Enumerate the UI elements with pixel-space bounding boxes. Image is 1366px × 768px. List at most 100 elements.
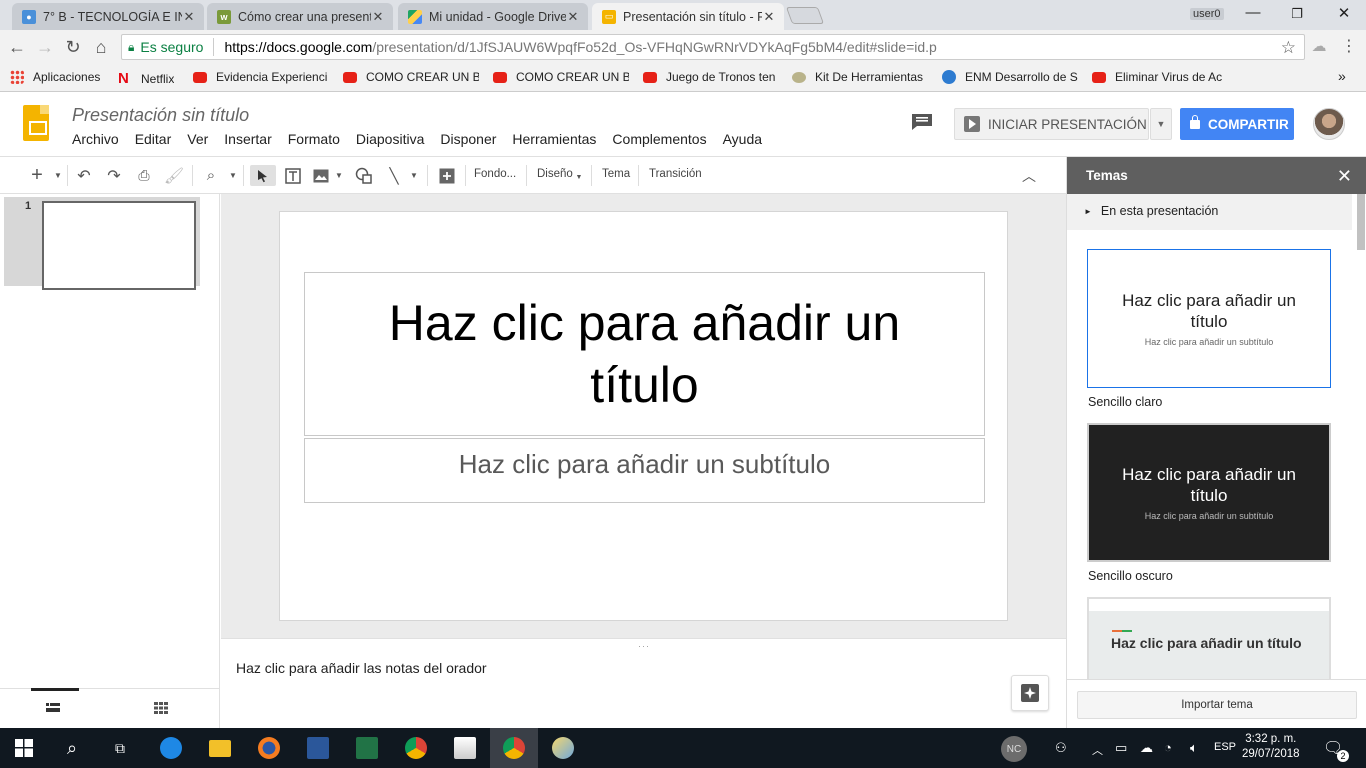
edge-button[interactable]	[147, 728, 195, 768]
select-cursor-icon[interactable]	[250, 165, 276, 186]
title-placeholder[interactable]: Haz clic para añadir un título	[304, 272, 985, 436]
menu-insertar[interactable]: Insertar	[224, 131, 271, 147]
menu-archivo[interactable]: Archivo	[72, 131, 119, 147]
chrome-menu-icon[interactable]: ⋮	[1338, 37, 1360, 57]
line-icon[interactable]: ╲	[383, 165, 405, 186]
back-icon[interactable]: ←	[6, 37, 28, 57]
bookmark-item[interactable]: COMO CREAR UN BL	[343, 70, 479, 84]
filmstrip-view-icon[interactable]	[46, 702, 60, 714]
cloud-icon[interactable]: ☁	[1140, 740, 1153, 756]
layout-button[interactable]: Diseño	[537, 168, 573, 180]
reload-icon[interactable]: ↻	[62, 37, 84, 57]
image-dropdown-icon[interactable]: ▼	[334, 165, 344, 186]
document-title[interactable]: Presentación sin título	[72, 105, 249, 126]
restore-icon[interactable]: ❐	[1287, 6, 1307, 22]
subtitle-placeholder[interactable]: Haz clic para añadir un subtítulo	[304, 438, 985, 503]
theme-card-simple-light[interactable]: Haz clic para añadir un título Haz clic …	[1087, 249, 1331, 388]
word-button[interactable]	[294, 728, 342, 768]
background-button[interactable]: Fondo...	[474, 168, 516, 180]
bookmark-item[interactable]: Eliminar Virus de Ac	[1092, 70, 1228, 84]
browser-tab-2[interactable]: w Cómo crear una presenta ✕	[207, 3, 393, 30]
bookmark-item[interactable]: Juego de Tronos ten	[643, 70, 779, 84]
wifi-icon[interactable]: ◔	[1164, 740, 1172, 755]
collapse-toolbar-icon[interactable]: ︿	[1018, 165, 1040, 186]
paint-format-icon[interactable]: 🖌︎	[163, 165, 185, 186]
slides-logo-icon[interactable]	[23, 105, 49, 141]
search-button[interactable]: ⌕	[48, 728, 96, 768]
people-icon[interactable]: ⚇	[1055, 740, 1067, 756]
transition-button[interactable]: Transición	[649, 168, 702, 180]
close-window-icon[interactable]: ✕	[1334, 4, 1354, 22]
forward-icon[interactable]: →	[34, 37, 56, 57]
menu-disponer[interactable]: Disponer	[440, 131, 496, 147]
task-view-button[interactable]: ⧉	[96, 728, 144, 768]
scrollbar-thumb[interactable]	[1357, 194, 1365, 250]
minimize-icon[interactable]: —	[1243, 4, 1263, 21]
themes-scrollbar[interactable]	[1356, 194, 1366, 684]
layout-dropdown-icon[interactable]: ▼	[575, 167, 583, 188]
extension-icon[interactable]: ☁	[1308, 37, 1330, 57]
close-themes-icon[interactable]: ✕	[1337, 166, 1352, 187]
start-button[interactable]	[0, 728, 48, 768]
print-icon[interactable]: ⎙	[133, 165, 155, 186]
clock[interactable]: 3:32 p. m. 29/07/2018	[1242, 732, 1300, 762]
photos-button[interactable]	[441, 728, 489, 768]
firefox-button[interactable]	[245, 728, 293, 768]
insert-comment-icon[interactable]	[436, 165, 458, 186]
bookmarks-overflow[interactable]: »	[1338, 68, 1346, 84]
share-button[interactable]: COMPARTIR	[1180, 108, 1294, 140]
undo-icon[interactable]: ↶	[73, 165, 95, 186]
theme-button[interactable]: Tema	[602, 168, 630, 180]
theme-card-third[interactable]: Haz clic para añadir un título	[1087, 597, 1331, 682]
menu-ver[interactable]: Ver	[187, 131, 208, 147]
bookmark-item[interactable]: Evidencia Experienci	[193, 70, 333, 84]
menu-herramientas[interactable]: Herramientas	[512, 131, 596, 147]
battery-icon[interactable]: ▭	[1115, 740, 1127, 756]
themes-section-toggle[interactable]: ► En esta presentación	[1067, 194, 1352, 230]
chrome-active-button[interactable]	[490, 728, 538, 768]
zoom-icon[interactable]: ⌕	[200, 165, 222, 186]
avatar[interactable]	[1313, 108, 1345, 140]
bookmark-netflix[interactable]: N Netflix	[118, 70, 174, 87]
volume-icon[interactable]: 🔈︎	[1190, 740, 1198, 756]
tray-expand-icon[interactable]: ︿	[1092, 742, 1103, 758]
bookmark-item[interactable]: Kit De Herramientas	[792, 70, 928, 84]
browser-tab-3[interactable]: Mi unidad - Google Drive ✕	[398, 3, 588, 30]
address-bar[interactable]: 🔒︎ Es seguro https://docs.google.com/pre…	[121, 34, 1305, 60]
close-tab-icon[interactable]: ✕	[371, 9, 385, 25]
close-tab-icon[interactable]: ✕	[566, 9, 580, 25]
speaker-notes-input[interactable]: Haz clic para añadir las notas del orado…	[236, 660, 487, 676]
image-icon[interactable]	[310, 165, 332, 186]
present-dropdown-icon[interactable]: ▼	[1150, 108, 1172, 140]
profile-label[interactable]: user0	[1190, 8, 1224, 20]
shape-icon[interactable]	[351, 165, 375, 186]
explorer-button[interactable]	[196, 728, 244, 768]
line-dropdown-icon[interactable]: ▼	[408, 165, 420, 186]
chrome-button[interactable]	[392, 728, 440, 768]
import-theme-button[interactable]: Importar tema	[1077, 691, 1357, 719]
bookmark-star-icon[interactable]: ☆	[1281, 38, 1296, 58]
menu-complementos[interactable]: Complementos	[612, 131, 706, 147]
bookmark-item[interactable]: COMO CREAR UN BL	[493, 70, 629, 84]
slide-thumbnail[interactable]	[42, 201, 196, 290]
language-indicator[interactable]: ESP	[1214, 741, 1236, 753]
user-initials-badge[interactable]: NC	[1001, 736, 1027, 762]
menu-diapositiva[interactable]: Diapositiva	[356, 131, 424, 147]
explore-button[interactable]	[1011, 675, 1049, 711]
redo-icon[interactable]: ↷	[103, 165, 125, 186]
text-box-icon[interactable]	[281, 165, 305, 186]
new-slide-icon[interactable]: +	[28, 164, 46, 186]
secure-label[interactable]: Es seguro	[140, 39, 203, 55]
excel-button[interactable]	[343, 728, 391, 768]
zoom-dropdown-icon[interactable]: ▼	[227, 165, 239, 186]
browser-tab-1[interactable]: ● 7° B - TECNOLOGÍA E INF ✕	[12, 3, 204, 30]
new-slide-dropdown-icon[interactable]: ▼	[52, 165, 64, 186]
bookmark-apps[interactable]: Aplicaciones	[10, 70, 100, 84]
new-tab-button[interactable]	[785, 7, 825, 24]
menu-ayuda[interactable]: Ayuda	[723, 131, 762, 147]
present-button[interactable]: INICIAR PRESENTACIÓN	[954, 108, 1149, 140]
home-icon[interactable]: ⌂	[90, 37, 112, 57]
slide-canvas[interactable]: Haz clic para añadir un título Haz clic …	[279, 211, 1008, 621]
paint-button[interactable]	[539, 728, 587, 768]
comments-icon[interactable]	[911, 113, 933, 131]
